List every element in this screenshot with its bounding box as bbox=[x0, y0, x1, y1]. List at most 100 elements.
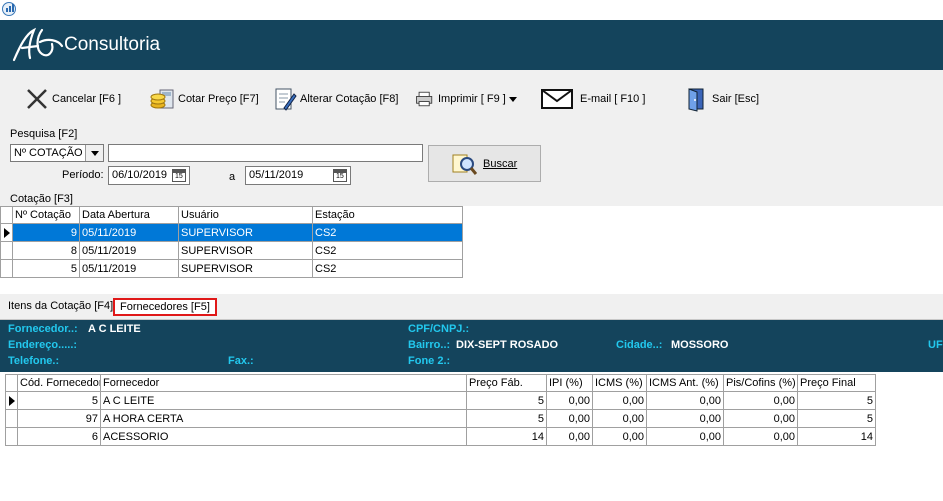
column-header[interactable]: Preço Final bbox=[797, 374, 876, 392]
cell[interactable]: ACESSORIO bbox=[100, 427, 467, 446]
column-header[interactable]: Data Abertura bbox=[79, 206, 179, 224]
row-indicator bbox=[5, 427, 18, 446]
cell[interactable]: 0,00 bbox=[546, 409, 593, 428]
table-row[interactable]: 8 05/11/2019 SUPERVISOR CS2 bbox=[0, 241, 463, 260]
cell[interactable]: A C LEITE bbox=[100, 391, 467, 410]
current-row-arrow-icon bbox=[4, 228, 10, 238]
alterar-cotacao-label: Alterar Cotação [F8] bbox=[300, 93, 399, 105]
cell[interactable]: 6 bbox=[17, 427, 101, 446]
search-field-select[interactable]: Nº COTAÇÃO bbox=[10, 144, 104, 162]
envelope-icon bbox=[541, 89, 573, 109]
cell[interactable]: SUPERVISOR bbox=[178, 241, 313, 260]
cotacao-header-row: Nº Cotação Data Abertura Usuário Estação bbox=[0, 206, 463, 224]
cell[interactable]: 0,00 bbox=[546, 427, 593, 446]
column-header[interactable]: Nº Cotação bbox=[12, 206, 80, 224]
buscar-button[interactable]: Buscar bbox=[428, 145, 541, 182]
cell[interactable]: 0,00 bbox=[723, 427, 798, 446]
cell[interactable]: 05/11/2019 bbox=[79, 259, 179, 278]
alterar-cotacao-button[interactable]: Alterar Cotação [F8] bbox=[272, 86, 398, 112]
date-to-field[interactable]: 05/11/2019 15 bbox=[245, 166, 351, 185]
cell[interactable]: 5 bbox=[17, 391, 101, 410]
column-header[interactable]: Estação bbox=[312, 206, 463, 224]
column-header[interactable]: ICMS (%) bbox=[592, 374, 647, 392]
date-from-value: 06/10/2019 bbox=[112, 169, 168, 181]
close-x-icon bbox=[27, 89, 47, 109]
cell[interactable]: CS2 bbox=[312, 241, 463, 260]
search-field-value: Nº COTAÇÃO bbox=[14, 147, 83, 159]
calendar-icon-text: 15 bbox=[175, 173, 183, 180]
printer-icon bbox=[416, 91, 433, 107]
cell[interactable]: 14 bbox=[797, 427, 876, 446]
cell[interactable]: 97 bbox=[17, 409, 101, 428]
imprimir-button[interactable]: Imprimir [ F9 ] bbox=[414, 86, 517, 112]
calendar-icon[interactable]: 15 bbox=[172, 169, 186, 182]
cotar-preco-button[interactable]: Cotar Preço [F7] bbox=[150, 86, 259, 112]
cell[interactable]: 05/11/2019 bbox=[79, 223, 179, 242]
cell[interactable]: 0,00 bbox=[723, 391, 798, 410]
fax-label: Fax.: bbox=[228, 355, 254, 367]
imprimir-label: Imprimir [ F9 ] bbox=[438, 93, 506, 105]
calendar-icon[interactable]: 15 bbox=[333, 169, 347, 182]
brand-title: Consultoria bbox=[64, 34, 161, 55]
cell[interactable]: 0,00 bbox=[646, 409, 724, 428]
row-indicator-header bbox=[5, 374, 18, 392]
detail-tabs: Itens da Cotação [F4] Fornecedores [F5] bbox=[0, 296, 943, 318]
cell[interactable]: 5 bbox=[797, 409, 876, 428]
date-from-field[interactable]: 06/10/2019 15 bbox=[108, 166, 190, 185]
column-header[interactable]: Fornecedor bbox=[100, 374, 467, 392]
fornecedor-value: A C LEITE bbox=[88, 323, 141, 335]
cell[interactable]: 0,00 bbox=[592, 409, 647, 428]
cancelar-button[interactable]: Cancelar [F6 ] bbox=[24, 86, 121, 112]
cell[interactable]: 5 bbox=[12, 259, 80, 278]
cell[interactable]: 5 bbox=[797, 391, 876, 410]
edit-document-icon bbox=[275, 88, 297, 111]
periodo-label: Período: bbox=[62, 169, 104, 181]
cell[interactable]: 8 bbox=[12, 241, 80, 260]
email-button[interactable]: E-mail [ F10 ] bbox=[540, 86, 645, 112]
cell[interactable]: 5 bbox=[466, 391, 547, 410]
cell[interactable]: 0,00 bbox=[646, 427, 724, 446]
current-row-arrow-icon bbox=[9, 396, 15, 406]
sair-button[interactable]: Sair [Esc] bbox=[684, 86, 759, 112]
search-input[interactable] bbox=[108, 144, 423, 162]
cell[interactable]: 0,00 bbox=[546, 391, 593, 410]
cell[interactable]: 5 bbox=[466, 409, 547, 428]
cell[interactable]: CS2 bbox=[312, 223, 463, 242]
row-indicator bbox=[5, 409, 18, 428]
cell[interactable]: SUPERVISOR bbox=[178, 223, 313, 242]
chevron-down-icon bbox=[508, 96, 517, 102]
cpf-cnpj-label: CPF/CNPJ.: bbox=[408, 323, 470, 335]
chevron-down-icon[interactable] bbox=[85, 145, 103, 161]
fornecedor-label: Fornecedor..: bbox=[8, 323, 78, 335]
row-indicator bbox=[0, 223, 13, 242]
column-header[interactable]: Preço Fáb. bbox=[466, 374, 547, 392]
column-header[interactable]: ICMS Ant. (%) bbox=[646, 374, 724, 392]
bairro-value: DIX-SEPT ROSADO bbox=[456, 339, 559, 351]
table-row[interactable]: 6 ACESSORIO 14 0,00 0,00 0,00 0,00 14 bbox=[5, 427, 876, 446]
tab-itens-cotacao[interactable]: Itens da Cotação [F4] bbox=[8, 300, 113, 312]
cell[interactable]: 05/11/2019 bbox=[79, 241, 179, 260]
calendar-icon-text: 15 bbox=[336, 173, 344, 180]
tab-fornecedores[interactable]: Fornecedores [F5] bbox=[113, 298, 217, 316]
column-header[interactable]: Cód. Fornecedor bbox=[17, 374, 101, 392]
cell[interactable]: 0,00 bbox=[723, 409, 798, 428]
cidade-value: MOSSORO bbox=[671, 339, 729, 351]
header-banner: Consultoria bbox=[0, 20, 943, 70]
table-row[interactable]: 9 05/11/2019 SUPERVISOR CS2 bbox=[0, 223, 463, 242]
cell[interactable]: 0,00 bbox=[592, 391, 647, 410]
cell[interactable]: A HORA CERTA bbox=[100, 409, 467, 428]
telefone-label: Telefone.: bbox=[8, 355, 60, 367]
column-header[interactable]: Usuário bbox=[178, 206, 313, 224]
cotacao-grid: Nº Cotação Data Abertura Usuário Estação… bbox=[0, 206, 463, 278]
table-row[interactable]: 5 05/11/2019 SUPERVISOR CS2 bbox=[0, 259, 463, 278]
cell[interactable]: 0,00 bbox=[592, 427, 647, 446]
cell[interactable]: 14 bbox=[466, 427, 547, 446]
table-row[interactable]: 97 A HORA CERTA 5 0,00 0,00 0,00 0,00 5 bbox=[5, 409, 876, 428]
cell[interactable]: 9 bbox=[12, 223, 80, 242]
table-row[interactable]: 5 A C LEITE 5 0,00 0,00 0,00 0,00 5 bbox=[5, 391, 876, 410]
cell[interactable]: 0,00 bbox=[646, 391, 724, 410]
cell[interactable]: CS2 bbox=[312, 259, 463, 278]
column-header[interactable]: IPI (%) bbox=[546, 374, 593, 392]
cell[interactable]: SUPERVISOR bbox=[178, 259, 313, 278]
column-header[interactable]: Pis/Cofins (%) bbox=[723, 374, 798, 392]
